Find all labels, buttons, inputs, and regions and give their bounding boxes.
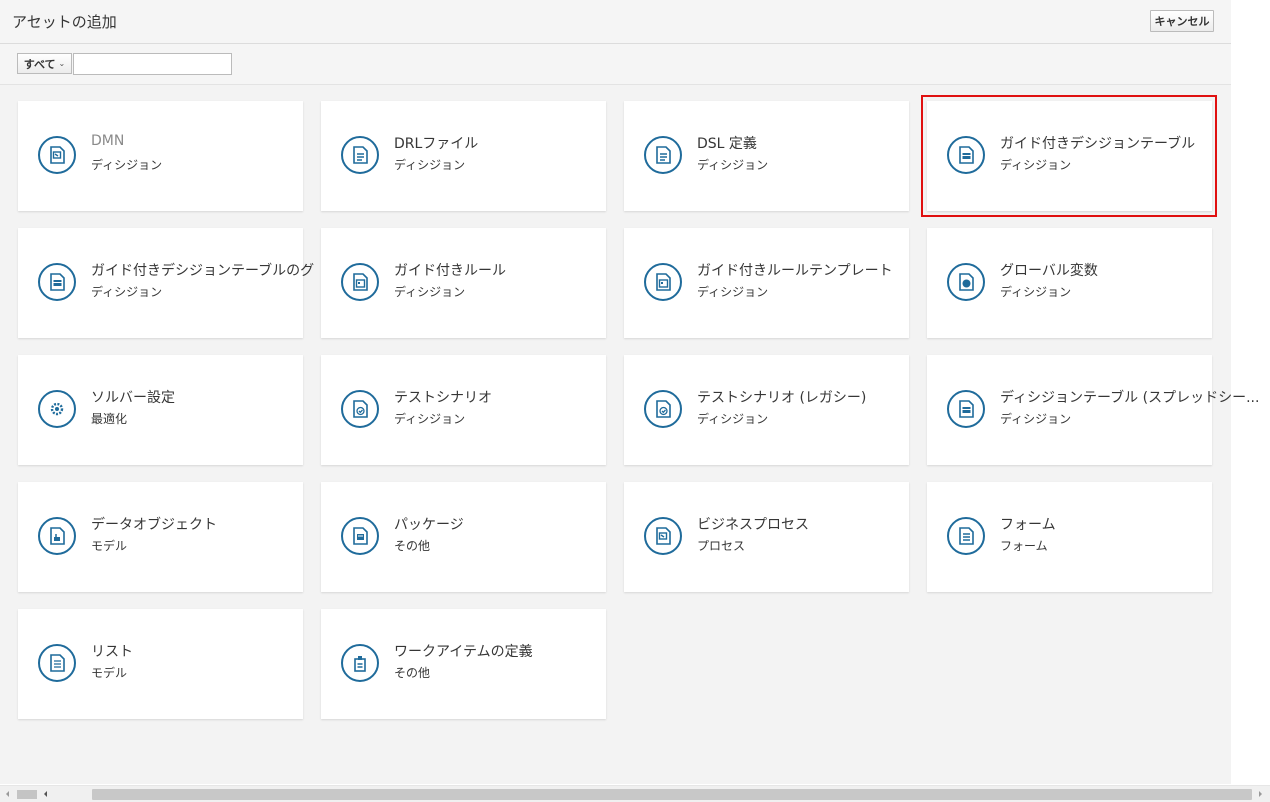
asset-category: ディシジョン — [697, 285, 769, 299]
test-scenario-icon — [341, 390, 379, 428]
category-filter-label: すべて — [23, 57, 56, 71]
guided-rule-icon — [341, 263, 379, 301]
asset-card[interactable]: DRLファイル ディシジョン — [321, 101, 606, 211]
test-scenario-legacy-icon — [644, 390, 682, 428]
chevron-down-icon: ⌄ — [58, 59, 66, 68]
asset-name: DSL 定義 — [697, 136, 757, 152]
asset-name: ガイド付きルールテンプレート — [697, 263, 893, 279]
global-variable-icon — [947, 263, 985, 301]
asset-name: ガイド付きデシジョンテーブル — [1000, 136, 1196, 152]
drl-file-icon — [341, 136, 379, 174]
asset-name: ワークアイテムの定義 — [394, 644, 533, 660]
asset-card[interactable]: ガイド付きルール ディシジョン — [321, 228, 606, 338]
asset-card[interactable]: フォーム フォーム — [927, 482, 1212, 592]
category-filter-dropdown[interactable]: すべて ⌄ — [17, 53, 72, 74]
asset-card[interactable]: ガイド付きデシジョンテーブルのグ ディシジョン — [18, 228, 314, 338]
asset-name: ディシジョンテーブル (スプレッドシー... — [1000, 390, 1260, 406]
scroll-right-icon[interactable] — [1259, 791, 1262, 797]
asset-category: ディシジョン — [1000, 285, 1072, 299]
business-process-icon — [644, 517, 682, 555]
add-asset-panel: アセットの追加 キャンセル すべて ⌄ DMN ディシジョン DRLファイル ディシジ… — [0, 0, 1259, 784]
asset-category: ディシジョン — [1000, 158, 1072, 172]
asset-category: プロセス — [697, 539, 746, 553]
asset-category: モデル — [91, 539, 128, 553]
scroll-left-icon[interactable] — [44, 791, 47, 797]
dsl-definition-icon — [644, 136, 682, 174]
asset-category: ディシジョン — [697, 412, 769, 426]
asset-name: フォーム — [1000, 517, 1056, 533]
guided-decision-table-icon — [947, 136, 985, 174]
asset-card[interactable]: テストシナリオ (レガシー) ディシジョン — [624, 355, 909, 465]
form-icon — [947, 517, 985, 555]
asset-name: ガイド付きルール — [394, 263, 506, 279]
asset-card[interactable]: ソルバー設定 最適化 — [18, 355, 303, 465]
spreadsheet-decision-table-icon — [947, 390, 985, 428]
work-item-definition-icon — [341, 644, 379, 682]
asset-card[interactable]: DMN ディシジョン — [18, 101, 303, 211]
asset-name: データオブジェクト — [91, 517, 217, 533]
asset-name: テストシナリオ — [394, 390, 492, 406]
page-title: アセットの追加 — [12, 13, 117, 31]
asset-category: ディシジョン — [91, 285, 163, 299]
asset-name: パッケージ — [394, 517, 464, 533]
asset-name: ビジネスプロセス — [697, 517, 809, 533]
add-asset-page: アセットの追加 キャンセル すべて ⌄ DMN ディシジョン DRLファイル ディシジ… — [0, 0, 1270, 802]
asset-category: フォーム — [1000, 539, 1048, 553]
asset-name: グローバル変数 — [1000, 263, 1098, 279]
scrollbar-thumb[interactable] — [92, 789, 1252, 800]
asset-name: ガイド付きデシジョンテーブルのグ — [91, 263, 315, 279]
asset-name: DRLファイル — [394, 136, 479, 152]
asset-card[interactable]: ワークアイテムの定義 その他 — [321, 609, 606, 719]
asset-card[interactable]: ディシジョンテーブル (スプレッドシー... ディシジョン — [927, 355, 1259, 465]
asset-category: ディシジョン — [1000, 412, 1072, 426]
cancel-button[interactable]: キャンセル — [1150, 10, 1214, 32]
asset-grid: DMN ディシジョン DRLファイル ディシジョン DSL 定義 ディシジョン ガイド付きデ… — [18, 101, 1259, 719]
asset-card[interactable]: DSL 定義 ディシジョン — [624, 101, 909, 211]
dmn-icon — [38, 136, 76, 174]
solver-config-icon — [38, 390, 76, 428]
list-icon — [38, 644, 76, 682]
asset-category: その他 — [394, 666, 431, 680]
filter-bar: すべて ⌄ — [0, 44, 1231, 85]
asset-card[interactable]: ガイド付きルールテンプレート ディシジョン — [624, 228, 909, 338]
horizontal-scrollbar[interactable] — [0, 785, 1270, 802]
guided-decision-table-graph-icon — [38, 263, 76, 301]
package-icon — [341, 517, 379, 555]
asset-name: DMN — [91, 133, 125, 149]
asset-card[interactable]: データオブジェクト モデル — [18, 482, 303, 592]
asset-name: リスト — [91, 644, 133, 660]
asset-category: モデル — [91, 666, 128, 680]
guided-rule-template-icon — [644, 263, 682, 301]
scrollbar-small-thumb[interactable] — [17, 790, 37, 799]
asset-card[interactable]: ガイド付きデシジョンテーブル ディシジョン — [927, 101, 1212, 211]
header-bar: アセットの追加 キャンセル — [0, 0, 1231, 44]
asset-category: ディシジョン — [697, 158, 769, 172]
asset-category: 最適化 — [91, 412, 128, 426]
asset-category: ディシジョン — [394, 412, 466, 426]
asset-card[interactable]: パッケージ その他 — [321, 482, 606, 592]
data-object-icon — [38, 517, 76, 555]
asset-category: ディシジョン — [394, 158, 466, 172]
scroll-left-icon[interactable] — [6, 791, 9, 797]
asset-category: その他 — [394, 539, 431, 553]
asset-name: テストシナリオ (レガシー) — [697, 390, 867, 406]
asset-card[interactable]: リスト モデル — [18, 609, 303, 719]
asset-name: ソルバー設定 — [91, 390, 175, 406]
asset-category: ディシジョン — [394, 285, 466, 299]
asset-card[interactable]: テストシナリオ ディシジョン — [321, 355, 606, 465]
search-input[interactable] — [73, 53, 232, 75]
asset-category: ディシジョン — [91, 158, 163, 172]
asset-card[interactable]: ビジネスプロセス プロセス — [624, 482, 909, 592]
asset-card[interactable]: グローバル変数 ディシジョン — [927, 228, 1212, 338]
